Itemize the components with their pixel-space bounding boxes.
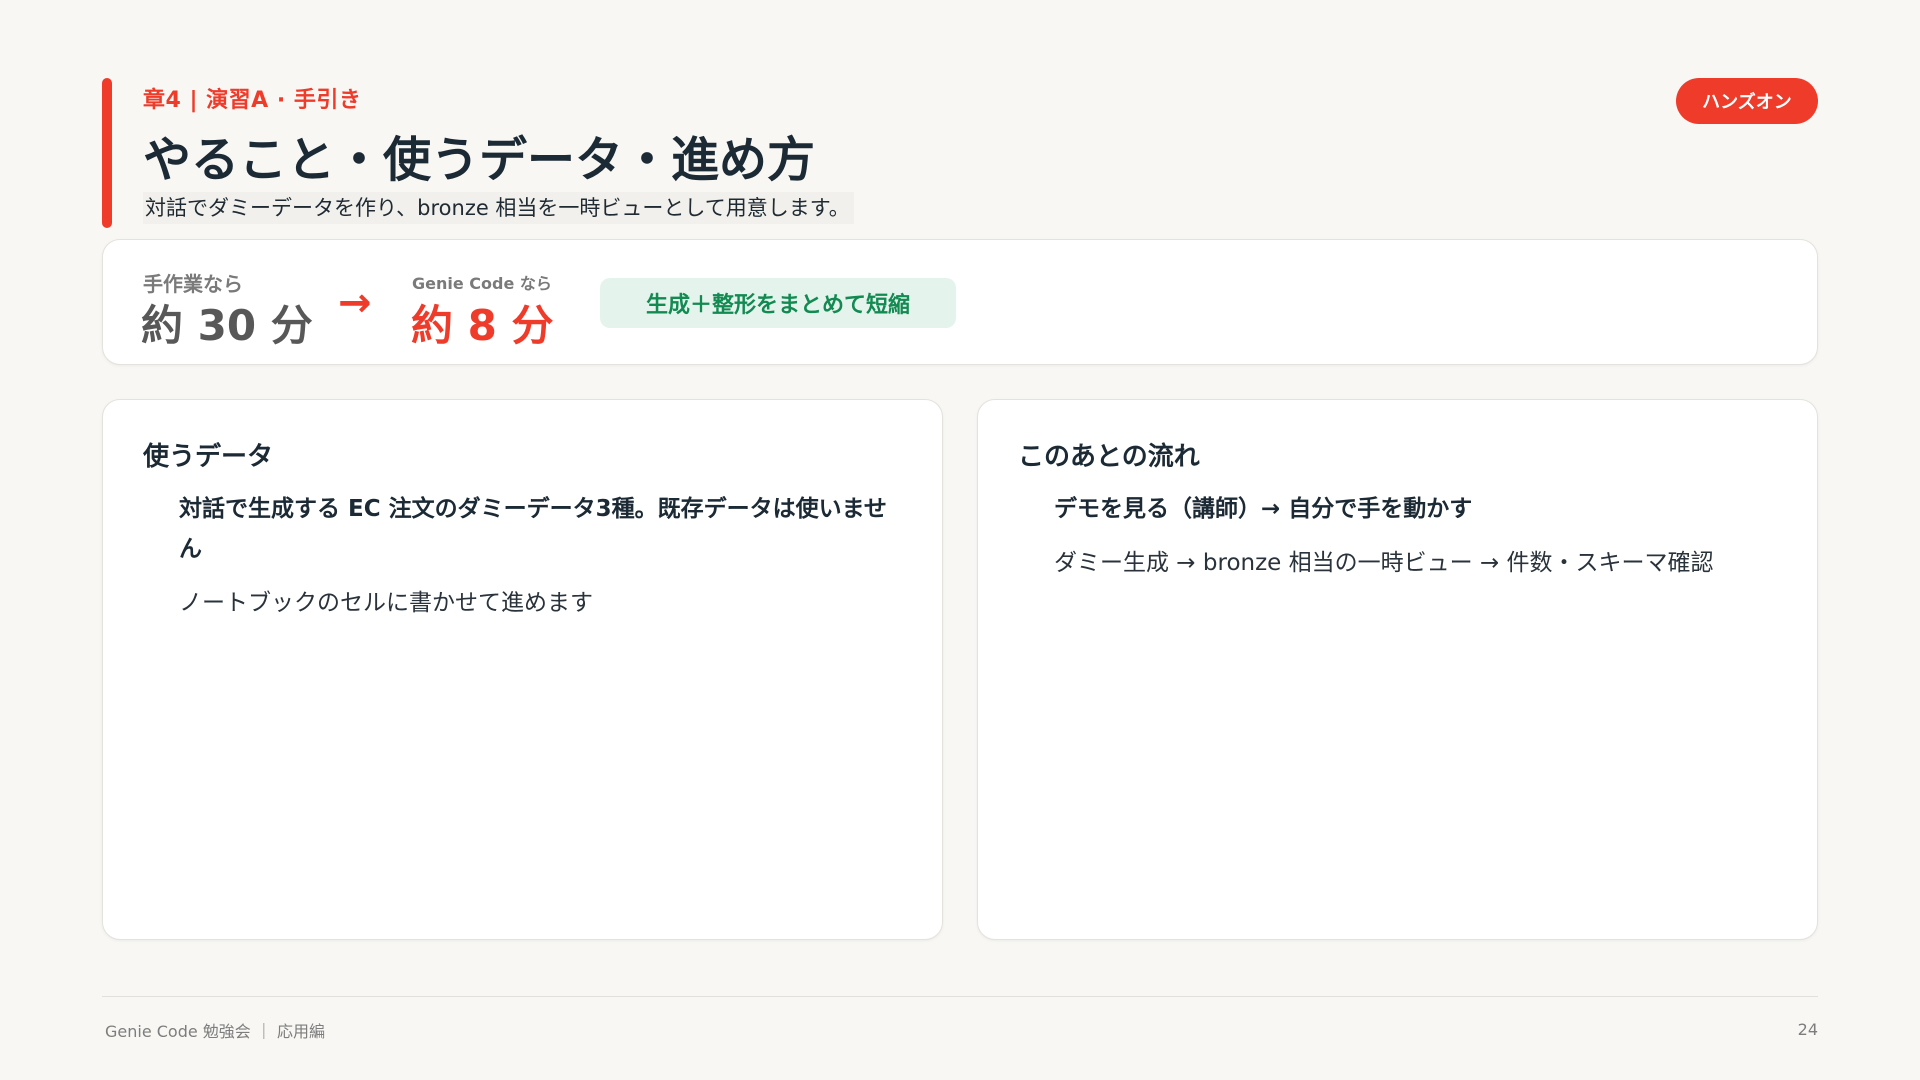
footer-divider [102, 996, 1818, 997]
page-subtitle: 対話でダミーデータを作り、bronze 相当を一時ビューとして用意します。 [143, 192, 854, 224]
footer-text: Genie Code 勉強会 ｜ 応用編 [105, 1022, 325, 1041]
data-panel-body: ノートブックのセルに書かせて進めます [179, 590, 593, 616]
accent-bar [102, 78, 112, 228]
data-panel-heading: 使うデータ [143, 442, 274, 472]
right-arrow-icon: → [338, 280, 372, 326]
flow-panel-body: ダミー生成 → bronze 相当の一時ビュー → 件数・スキーマ確認 [1054, 550, 1714, 576]
data-panel: 使うデータ 対話で生成する EC 注文のダミーデータ3種。既存データは使いません… [102, 399, 943, 940]
flow-panel-lead: デモを見る（講師）→ 自分で手を動かす [1054, 496, 1473, 522]
hands-on-badge: ハンズオン [1676, 78, 1818, 124]
page-title: やること・使うデータ・進め方 [143, 132, 816, 188]
manual-time-value: 約 30 分 [141, 301, 313, 350]
section-label: 章4 | 演習A · 手引き [143, 88, 362, 113]
summary-pill: 生成＋整形をまとめて短縮 [600, 278, 956, 328]
flow-panel-heading: このあとの流れ [1018, 442, 1200, 472]
flow-panel: このあとの流れ デモを見る（講師）→ 自分で手を動かす ダミー生成 → bron… [977, 399, 1818, 940]
data-panel-lead: 対話で生成する EC 注文のダミーデータ3種。既存データは使いません [179, 496, 887, 562]
page-number: 24 [1797, 1020, 1818, 1039]
time-comparison-card: 手作業なら 約 30 分 → Genie Code なら 約 8 分 生成＋整形… [102, 239, 1818, 365]
genie-time-value: 約 8 分 [411, 301, 554, 350]
genie-label: Genie Code なら [412, 274, 552, 293]
